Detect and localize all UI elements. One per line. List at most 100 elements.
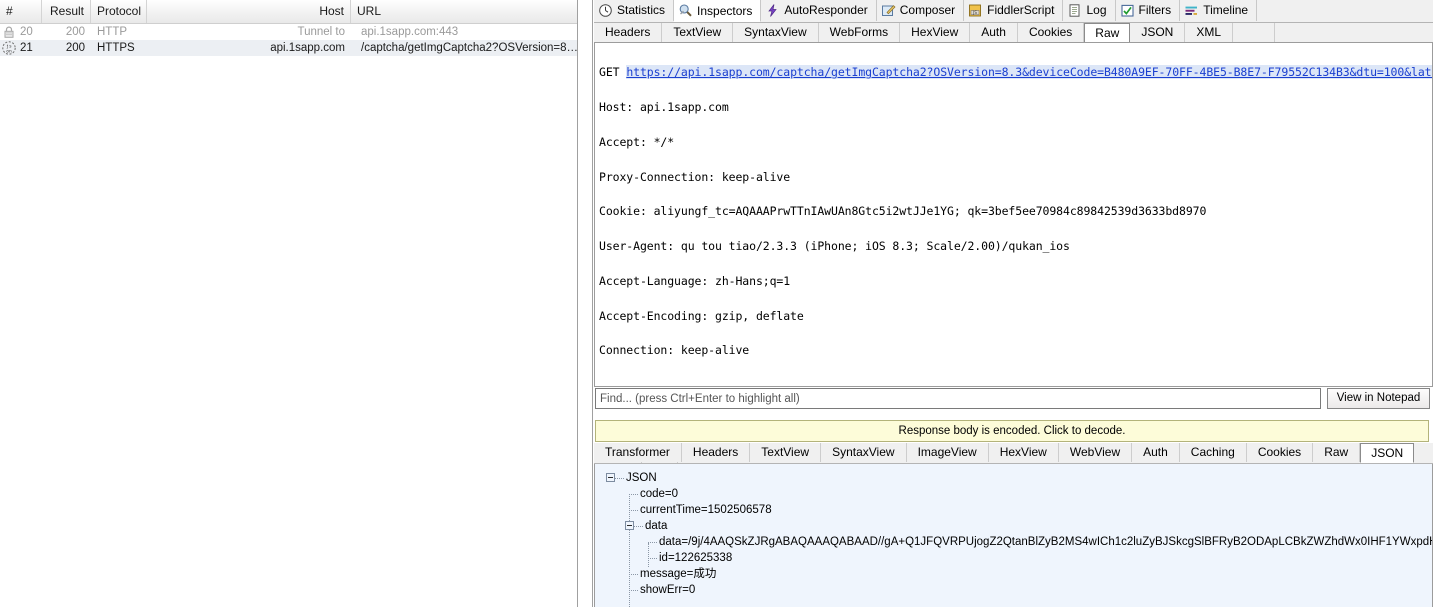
tab-request-webforms[interactable]: WebForms <box>819 23 900 42</box>
tab-request-textview[interactable]: TextView <box>662 23 733 42</box>
json-node-label: showErr=0 <box>640 584 695 596</box>
tab-response-webview[interactable]: WebView <box>1059 443 1132 462</box>
tab-request-cookies[interactable]: Cookies <box>1018 23 1084 42</box>
main-tab-strip: Statistics Inspectors <box>594 0 1433 23</box>
js-script-icon: JS <box>968 3 983 18</box>
tree-connector <box>629 510 638 512</box>
log-icon <box>1067 3 1082 18</box>
tree-connector <box>629 590 638 592</box>
tab-statistics[interactable]: Statistics <box>594 0 674 21</box>
tree-connector <box>648 558 657 560</box>
tab-label: Log <box>1086 0 1106 21</box>
column-header-result[interactable]: Result <box>42 0 91 23</box>
tab-timeline[interactable]: Timeline <box>1180 0 1257 21</box>
tab-log[interactable]: Log <box>1063 0 1115 21</box>
magnifier-icon <box>678 3 693 18</box>
tab-filters[interactable]: Filters <box>1116 0 1181 21</box>
response-json-tree[interactable]: JSON code=0 currentTime=1502506578 data <box>594 464 1433 609</box>
json-node-label: message=成功 <box>640 568 716 580</box>
tab-response-json[interactable]: JSON <box>1360 443 1414 463</box>
tab-response-transformer[interactable]: Transformer <box>594 443 682 462</box>
column-header-protocol[interactable]: Protocol <box>91 0 147 23</box>
collapse-toggle-icon[interactable] <box>606 473 615 482</box>
json-node-label: JSON <box>626 472 657 484</box>
tab-response-cookies[interactable]: Cookies <box>1247 443 1313 462</box>
request-header-line: User-Agent: qu tou tiao/2.3.3 (iPhone; i… <box>599 241 1432 253</box>
tab-fiddlerscript[interactable]: JS FiddlerScript <box>964 0 1063 21</box>
tab-response-imageview[interactable]: ImageView <box>907 443 989 462</box>
tab-response-textview[interactable]: TextView <box>750 443 821 462</box>
response-encoded-notice[interactable]: Response body is encoded. Click to decod… <box>595 420 1429 442</box>
collapse-toggle-icon[interactable] <box>625 521 634 530</box>
json-node[interactable]: currentTime=1502506578 <box>595 502 1432 518</box>
tab-inspectors[interactable]: Inspectors <box>674 0 761 22</box>
tab-request-headers[interactable]: Headers <box>594 23 662 42</box>
json-node-label: id=122625338 <box>659 552 732 564</box>
cell-protocol: HTTP <box>91 24 147 40</box>
tab-response-auth[interactable]: Auth <box>1132 443 1180 462</box>
request-header-line: Connection: keep-alive <box>599 345 1432 357</box>
json-node-label: code=0 <box>640 488 678 500</box>
cell-index: 21 <box>0 40 42 56</box>
json-node-data-group[interactable]: data <box>595 518 1432 534</box>
request-header-line: Accept-Encoding: gzip, deflate <box>599 311 1432 323</box>
request-header-line: Cookie: aliyungf_tc=AQAAAPrwTTnIAwUAn8Gt… <box>599 206 1432 218</box>
checkbox-icon <box>1120 3 1135 18</box>
tab-request-raw[interactable]: Raw <box>1084 23 1130 43</box>
json-node[interactable]: showErr=0 <box>595 582 1432 598</box>
cell-protocol: HTTPS <box>91 40 147 56</box>
tab-response-caching[interactable]: Caching <box>1180 443 1247 462</box>
cell-url: api.1sapp.com:443 <box>355 24 578 40</box>
json-tree-root[interactable]: JSON <box>595 470 1432 486</box>
tab-request-xml[interactable]: XML <box>1185 23 1233 42</box>
panel-splitter[interactable] <box>579 0 594 609</box>
search-input[interactable] <box>595 388 1321 409</box>
json-node[interactable]: code=0 <box>595 486 1432 502</box>
request-header-line: Proxy-Connection: keep-alive <box>599 172 1432 184</box>
tab-autoresponder[interactable]: AutoResponder <box>761 0 876 21</box>
table-row[interactable]: js on 21 200 HTTPS api.1sapp.com /captch… <box>0 40 577 56</box>
tab-response-headers[interactable]: Headers <box>682 443 750 462</box>
request-header-line: Accept-Language: zh-Hans;q=1 <box>599 276 1432 288</box>
tree-connector <box>629 494 638 496</box>
tree-connector <box>634 526 643 528</box>
cell-url: /captcha/getImgCaptcha2?OSVersion=8… <box>355 40 578 56</box>
json-node[interactable]: data=/9j/4AAQSkZJRgABAQAAAQABAAD//gA+Q1J… <box>595 534 1432 550</box>
request-raw-body[interactable]: GET https://api.1sapp.com/captcha/getImg… <box>594 42 1433 387</box>
tab-label: Timeline <box>1203 0 1248 21</box>
tab-request-json[interactable]: JSON <box>1130 23 1185 42</box>
request-header-line: Host: api.1sapp.com <box>599 102 1432 114</box>
column-header-index[interactable]: # <box>0 0 42 23</box>
tab-label: FiddlerScript <box>987 0 1054 21</box>
request-url[interactable]: https://api.1sapp.com/captcha/getImgCapt… <box>626 65 1433 79</box>
tab-label: AutoResponder <box>784 0 867 21</box>
tab-response-syntaxview[interactable]: SyntaxView <box>821 443 906 462</box>
request-header-line: Accept: */* <box>599 137 1432 149</box>
tab-composer[interactable]: Composer <box>877 0 964 21</box>
pencil-note-icon <box>881 3 896 18</box>
json-node-label: currentTime=1502506578 <box>640 504 772 516</box>
tab-label: Statistics <box>617 0 665 21</box>
svg-text:JS: JS <box>972 10 977 15</box>
column-header-url[interactable]: URL <box>351 0 578 23</box>
request-raw-text: GET https://api.1sapp.com/captcha/getImg… <box>599 44 1432 380</box>
tree-connector <box>615 478 624 480</box>
json-node[interactable]: id=122625338 <box>595 550 1432 566</box>
tab-response-hexview[interactable]: HexView <box>989 443 1059 462</box>
inspectors-panel: Statistics Inspectors <box>594 0 1433 609</box>
tab-request-auth[interactable]: Auth <box>970 23 1018 42</box>
column-header-host[interactable]: Host <box>147 0 351 23</box>
tab-label: Composer <box>900 0 955 21</box>
json-node[interactable]: message=成功 <box>595 566 1432 582</box>
view-in-notepad-button[interactable]: View in Notepad <box>1327 388 1430 409</box>
tab-request-hexview[interactable]: HexView <box>900 23 970 42</box>
find-bar: View in Notepad <box>594 388 1433 410</box>
tab-response-raw[interactable]: Raw <box>1313 443 1360 462</box>
cell-host: Tunnel to <box>147 24 351 40</box>
tree-connector <box>648 542 657 544</box>
tab-request-syntaxview[interactable]: SyntaxView <box>733 23 818 42</box>
table-row[interactable]: 20 200 HTTP Tunnel to api.1sapp.com:443 <box>0 24 577 40</box>
request-method: GET <box>599 65 619 79</box>
clock-icon <box>598 3 613 18</box>
timeline-icon <box>1184 3 1199 18</box>
